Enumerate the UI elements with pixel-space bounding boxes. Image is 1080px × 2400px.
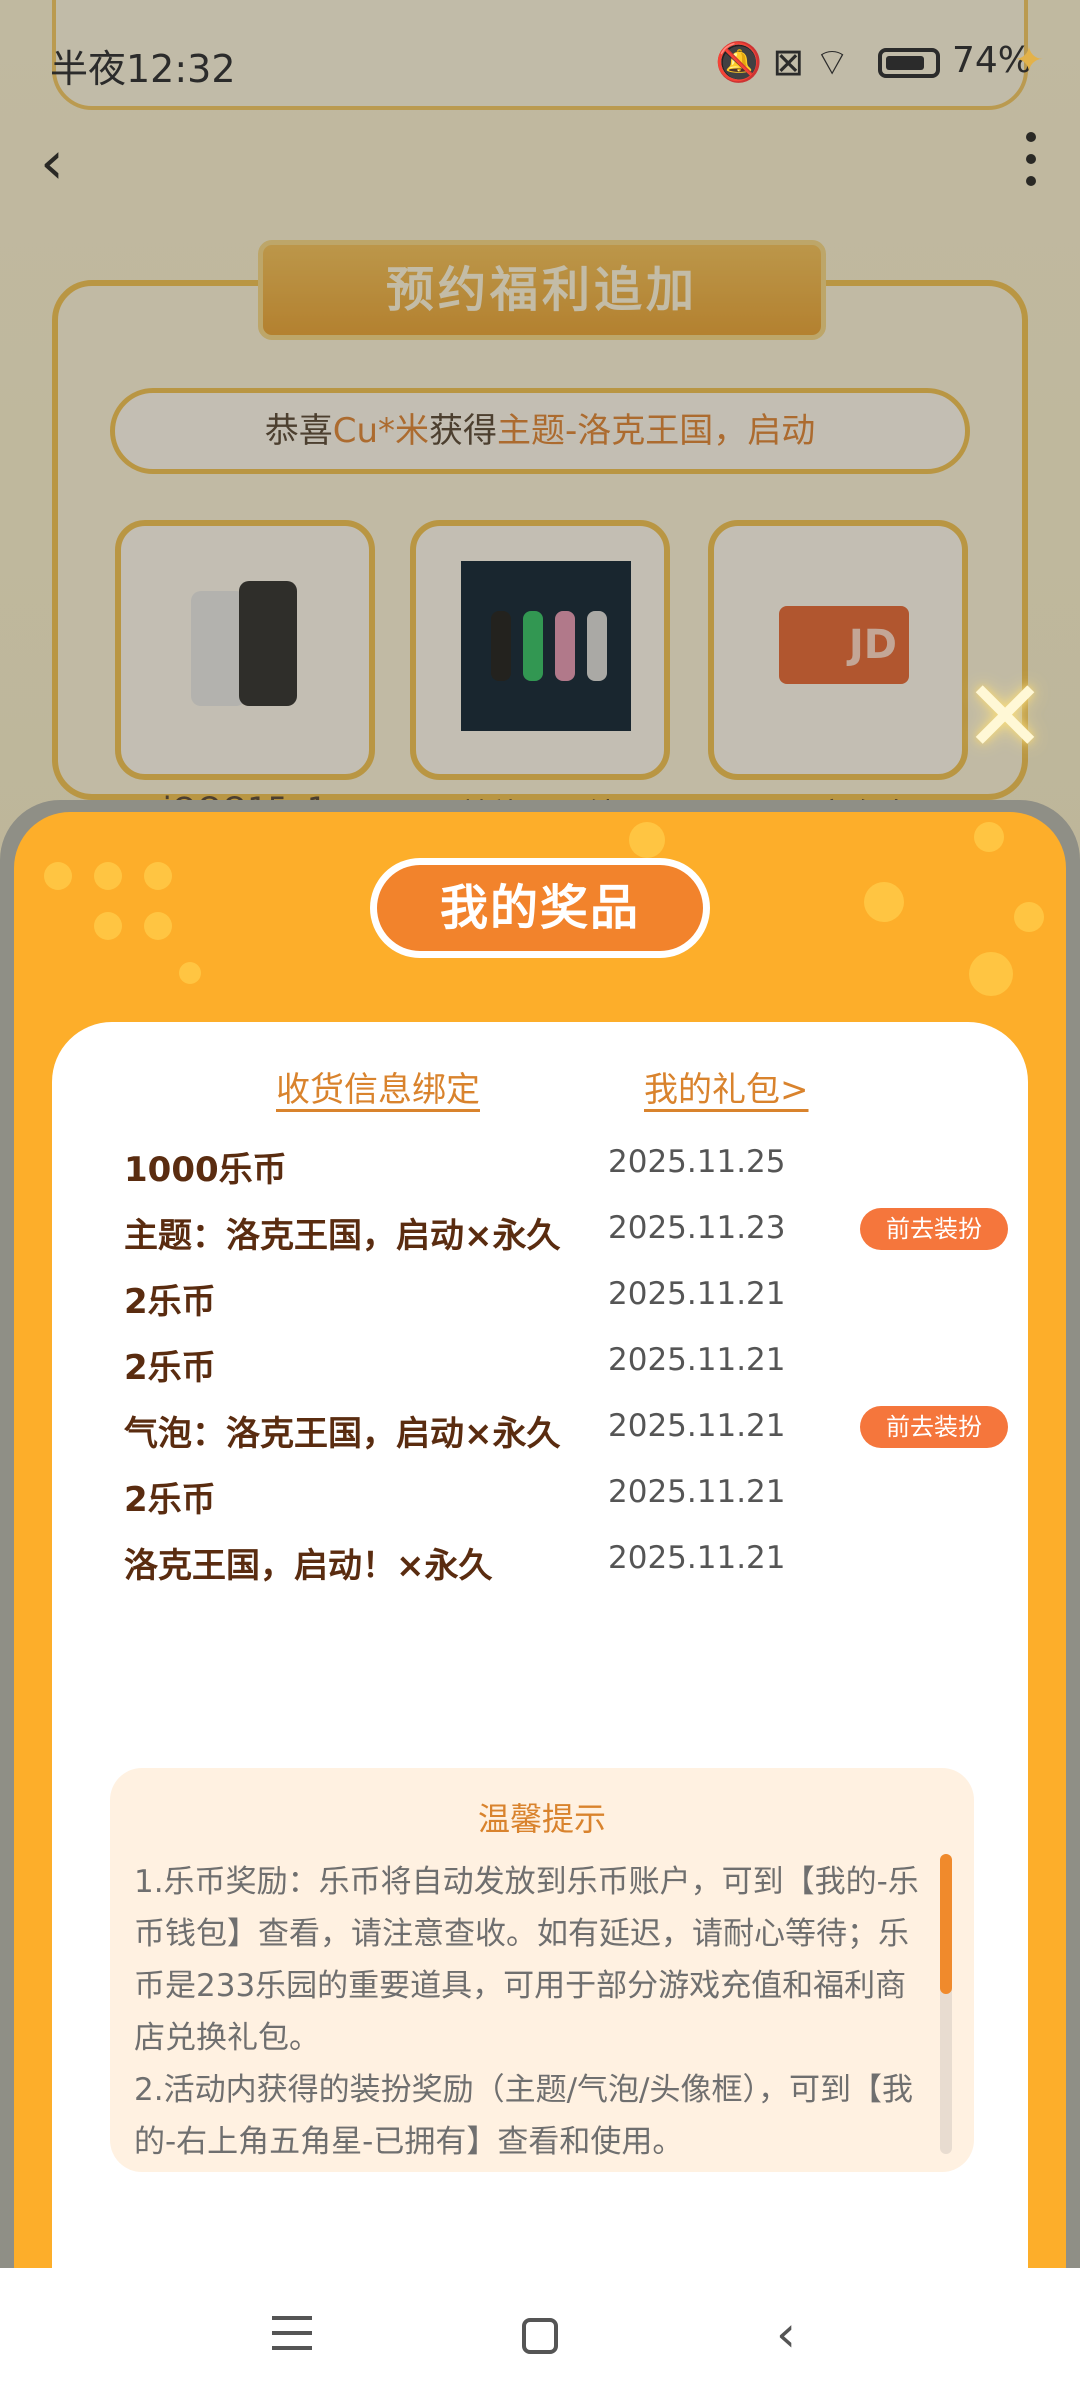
prize-row: 2乐币 2025.11.21 [124,1340,984,1390]
prize-row: 2乐币 2025.11.21 [124,1472,984,1522]
home-icon[interactable] [522,2318,558,2354]
prize-list-card: 收货信息绑定 我的礼包> 1000乐币 2025.11.25 主题：洛克王国，启… [52,1022,1028,2400]
sheet-body: 我的奖品 收货信息绑定 我的礼包> 1000乐币 2025.11.25 主题：洛… [14,812,1066,2400]
prize-date: 2025.11.21 [608,1540,786,1576]
decor-dot [44,862,72,890]
prize-date: 2025.11.23 [608,1210,786,1246]
tips-paragraph: 2.活动内获得的装扮奖励（主题/气泡/头像框），可到【我的-右上角五角星-已拥有… [134,2072,913,2160]
tips-paragraph: 1.乐币奖励：乐币将自动发放到乐币账户，可到【我的-乐币钱包】查看，请注意查收。… [134,1864,919,2056]
tips-title: 温馨提示 [477,1800,606,1838]
close-icon[interactable]: ✕ [960,667,1050,767]
prize-row: 2乐币 2025.11.21 [124,1274,984,1324]
decor-dot [94,862,122,890]
my-gifts-link[interactable]: 我的礼包> [644,1062,809,1111]
prize-name: 主题：洛克王国，启动×永久 [124,1216,561,1256]
status-bar: 半夜12:32 🔕⊠⌔ 74% ✦ [0,30,1080,100]
sheet-title-pill: 我的奖品 [370,858,710,958]
decor-dot [969,952,1013,996]
prize-date: 2025.11.25 [608,1144,786,1180]
status-icons: 🔕⊠⌔ [715,38,860,86]
tips-scrollbar-thumb[interactable] [940,1854,952,1994]
dress-up-button[interactable]: 前去装扮 [860,1208,1008,1250]
status-time: 半夜12:32 [50,47,236,91]
prize-date: 2025.11.21 [608,1474,786,1510]
prize-name: 气泡：洛克王国，启动×永久 [124,1414,561,1454]
prize-row: 洛克王国，启动！×永久 2025.11.21 [124,1538,984,1588]
decor-dot [629,822,665,858]
decor-dot [94,912,122,940]
tips-box[interactable]: 温馨提示 1.乐币奖励：乐币将自动发放到乐币账户，可到【我的-乐币钱包】查看，请… [110,1768,974,2172]
recents-icon[interactable] [272,2316,312,2361]
prize-row: 主题：洛克王国，启动×永久 2025.11.23 前去装扮 [124,1208,1008,1258]
prize-name: 洛克王国，启动！×永久 [124,1546,493,1586]
decor-dot [974,822,1004,852]
tips-scrollbar[interactable] [940,1854,952,2154]
dress-up-button[interactable]: 前去装扮 [860,1406,1008,1448]
prize-name: 2乐币 [124,1282,216,1322]
prize-row: 1000乐币 2025.11.25 [124,1142,984,1192]
wifi-icon: ⌔ [814,40,860,84]
decor-dot [864,882,904,922]
my-prizes-sheet: 我的奖品 收货信息绑定 我的礼包> 1000乐币 2025.11.25 主题：洛… [0,800,1080,2400]
decor-dot [144,912,172,940]
prize-name: 2乐币 [124,1480,216,1520]
back-nav-icon[interactable]: ‹ [756,2304,816,2364]
decor-dot [144,862,172,890]
prize-name: 2乐币 [124,1348,216,1388]
prize-row: 气泡：洛克王国，启动×永久 2025.11.21 前去装扮 [124,1406,1008,1456]
sheet-title: 我的奖品 [377,865,703,951]
decor-dot [179,962,201,984]
sparkle-icon: ✦ [1013,40,1044,81]
prize-date: 2025.11.21 [608,1276,786,1312]
tips-body: 1.乐币奖励：乐币将自动发放到乐币账户，可到【我的-乐币钱包】查看，请注意查收。… [134,1856,924,2168]
mute-icon: 🔕 [715,40,773,84]
prize-name: 1000乐币 [124,1150,287,1190]
no-sim-icon: ⊠ [772,40,815,84]
decor-dot [1014,902,1044,932]
system-nav-bar: ‹ [0,2268,1080,2400]
bind-address-link[interactable]: 收货信息绑定 [276,1062,480,1111]
battery-icon [878,48,940,78]
prize-date: 2025.11.21 [608,1408,786,1444]
prize-date: 2025.11.21 [608,1342,786,1378]
